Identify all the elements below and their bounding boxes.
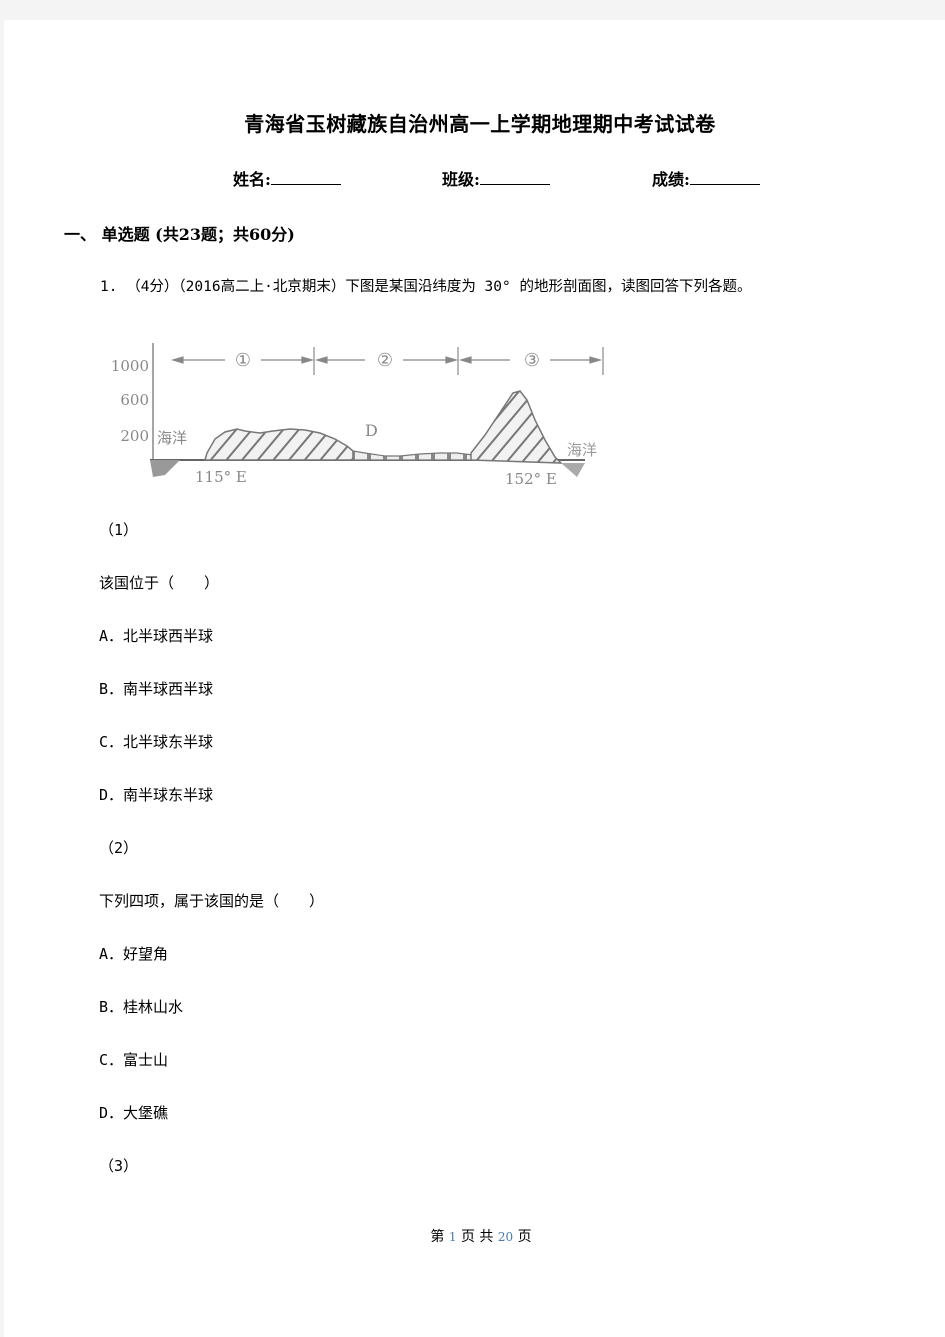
eastern-mountains	[470, 390, 563, 464]
subquestion-2-option-a[interactable]: A．好望角	[99, 943, 168, 964]
point-d-label: D	[365, 421, 378, 440]
y-tick-label: 1000	[111, 357, 149, 375]
terrain-profile-figure: 1000 600 200 ① ② ③ 海洋 海洋 D 115° E 152° E	[95, 335, 615, 490]
score-blank	[689, 170, 760, 185]
region-label-1: ①	[235, 350, 251, 371]
option-text: 南半球东半球	[123, 786, 214, 804]
option-letter: B．	[99, 680, 124, 698]
y-tick-label: 200	[120, 427, 149, 445]
region-label-2: ②	[377, 350, 393, 371]
subquestion-2-option-d[interactable]: D．大堡礁	[99, 1102, 168, 1123]
section-heading: 一、 单选题 (共23题；共60分)	[64, 225, 295, 244]
subquestion-2-option-b[interactable]: B．桂林山水	[99, 996, 183, 1017]
ocean-label-right: 海洋	[567, 441, 597, 459]
option-letter: B．	[99, 998, 124, 1016]
ocean-label-left: 海洋	[157, 429, 187, 447]
subquestion-3-number: （3）	[99, 1157, 139, 1175]
current-page-number: 1	[448, 1230, 457, 1244]
option-letter: D．	[99, 786, 124, 804]
footer-suffix: 页	[517, 1229, 532, 1245]
option-text: 好望角	[123, 945, 169, 963]
class-field: 班级:	[442, 166, 550, 190]
option-text: 大堡礁	[123, 1104, 169, 1122]
subquestion-2-prompt: 下列四项，属于该国的是（ ）	[99, 892, 325, 910]
subquestion-2-number: （2）	[99, 839, 139, 857]
lon-label-left: 115° E	[195, 468, 247, 486]
subquestion-1-prompt: 该国位于（ ）	[99, 574, 220, 592]
option-letter: A．	[99, 627, 124, 645]
option-text: 桂林山水	[123, 998, 184, 1016]
option-letter: D．	[99, 1104, 124, 1122]
class-blank	[479, 170, 550, 185]
terrain-profile-svg: 1000 600 200 ① ② ③ 海洋 海洋 D 115° E 152° E	[111, 343, 604, 488]
option-text: 南半球西半球	[123, 680, 214, 698]
option-text: 北半球西半球	[123, 627, 214, 645]
subquestion-1-option-b[interactable]: B．南半球西半球	[99, 678, 213, 699]
total-pages: 20	[497, 1230, 514, 1244]
subquestion-1-option-c[interactable]: C．北半球东半球	[99, 731, 213, 752]
option-text: 北半球东半球	[123, 733, 214, 751]
subquestion-1-option-d[interactable]: D．南半球东半球	[99, 784, 213, 805]
subquestion-1-number: （1）	[99, 521, 139, 539]
subquestion-1-option-a[interactable]: A．北半球西半球	[99, 625, 213, 646]
class-label: 班级:	[442, 170, 480, 189]
name-blank	[270, 170, 341, 185]
subquestion-2-option-c[interactable]: C．富士山	[99, 1049, 168, 1070]
right-shelf	[561, 463, 585, 477]
footer-prefix: 第	[430, 1229, 445, 1245]
name-label: 姓名:	[233, 170, 271, 189]
document-title: 青海省玉树藏族自治州高一上学期地理期中考试试卷	[244, 112, 716, 136]
option-letter: A．	[99, 945, 124, 963]
lon-label-right: 152° E	[505, 470, 557, 488]
score-field: 成绩:	[652, 166, 760, 190]
region-label-3: ③	[524, 350, 540, 371]
option-letter: C．	[99, 1051, 124, 1069]
left-shelf	[150, 460, 180, 477]
page-footer: 第 1 页 共 20 页	[0, 1226, 945, 1246]
question-stem: 1. （4分）（2016高二上·北京期末）下图是某国沿纬度为 30° 的地形剖面…	[100, 279, 752, 295]
name-field: 姓名:	[233, 166, 341, 190]
option-letter: C．	[99, 733, 124, 751]
western-plateau	[204, 428, 354, 461]
y-tick-label: 600	[120, 391, 149, 409]
option-text: 富士山	[123, 1051, 169, 1069]
score-label: 成绩:	[652, 170, 690, 189]
footer-middle: 页 共	[460, 1229, 494, 1245]
central-lowland	[352, 450, 474, 461]
